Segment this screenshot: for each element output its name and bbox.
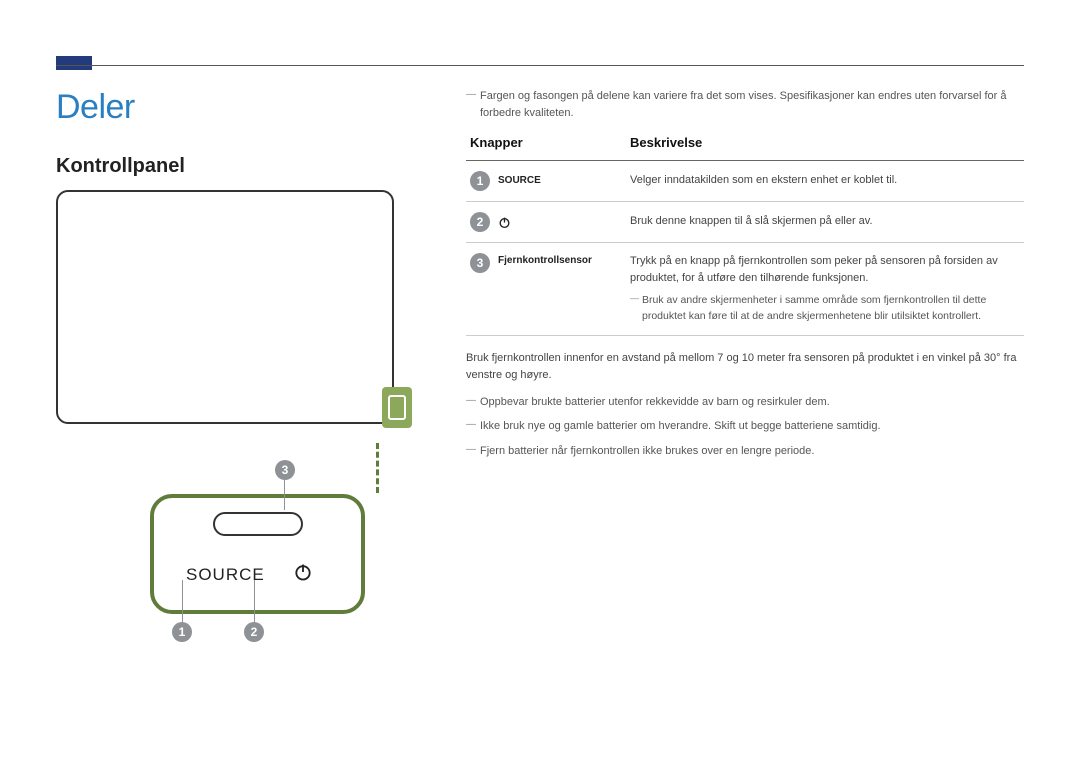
power-icon [293, 562, 313, 587]
table-row: 3 Fjernkontrollsensor Trykk på en knapp … [466, 243, 1024, 336]
bottom-note-3: Fjern batterier når fjernkontrollen ikke… [466, 443, 1024, 460]
leader-1 [182, 580, 183, 622]
usage-text: Bruk fjernkontrollen innenfor en avstand… [466, 350, 1024, 384]
leader-2 [254, 580, 255, 622]
badge-1-icon: 1 [470, 171, 490, 191]
remote-sensor-graphic [382, 387, 412, 428]
row2-desc: Bruk denne knappen til å slå skjermen på… [626, 202, 1024, 243]
col-header-beskrivelse: Beskrivelse [626, 129, 1024, 161]
badge-3-icon: 3 [470, 253, 490, 273]
power-icon [498, 216, 511, 229]
row1-label: SOURCE [498, 173, 541, 189]
callout-badge-3-icon: 3 [275, 460, 295, 480]
leader-3 [284, 480, 285, 510]
buttons-table: Knapper Beskrivelse 1 SOURCE Velger innd… [466, 129, 1024, 336]
sensor-window [213, 512, 303, 536]
badge-2-icon: 2 [470, 212, 490, 232]
display-outline [56, 190, 394, 424]
table-row: 2 Bruk denne knappen til å slå skjermen … [466, 202, 1024, 243]
col-header-knapper: Knapper [466, 129, 626, 161]
callout-badge-2-icon: 2 [244, 622, 264, 642]
control-panel-diagram [56, 190, 426, 424]
bottom-note-1: Oppbevar brukte batterier utenfor rekkev… [466, 394, 1024, 411]
row3-subnote: Bruk av andre skjermenheter i samme områ… [630, 293, 1020, 325]
callout-badge-1-icon: 1 [172, 622, 192, 642]
row3-desc: Trykk på en knapp på fjernkontrollen som… [630, 255, 998, 284]
header-rule [56, 65, 1024, 66]
intro-note: Fargen og fasongen på delene kan variere… [466, 88, 1024, 121]
source-button-label: SOURCE [186, 565, 265, 585]
bottom-note-2: Ikke bruk nye og gamle batterier om hver… [466, 418, 1024, 435]
row1-desc: Velger inndatakilden som en ekstern enhe… [626, 161, 1024, 202]
row3-label: Fjernkontrollsensor [498, 253, 592, 269]
header-accent [56, 56, 92, 70]
dashed-connector [376, 443, 379, 493]
button-panel-graphic: SOURCE [150, 494, 388, 614]
table-row: 1 SOURCE Velger inndatakilden som en eks… [466, 161, 1024, 202]
section-title: Kontrollpanel [56, 155, 426, 178]
page-title: Deler [56, 88, 426, 127]
